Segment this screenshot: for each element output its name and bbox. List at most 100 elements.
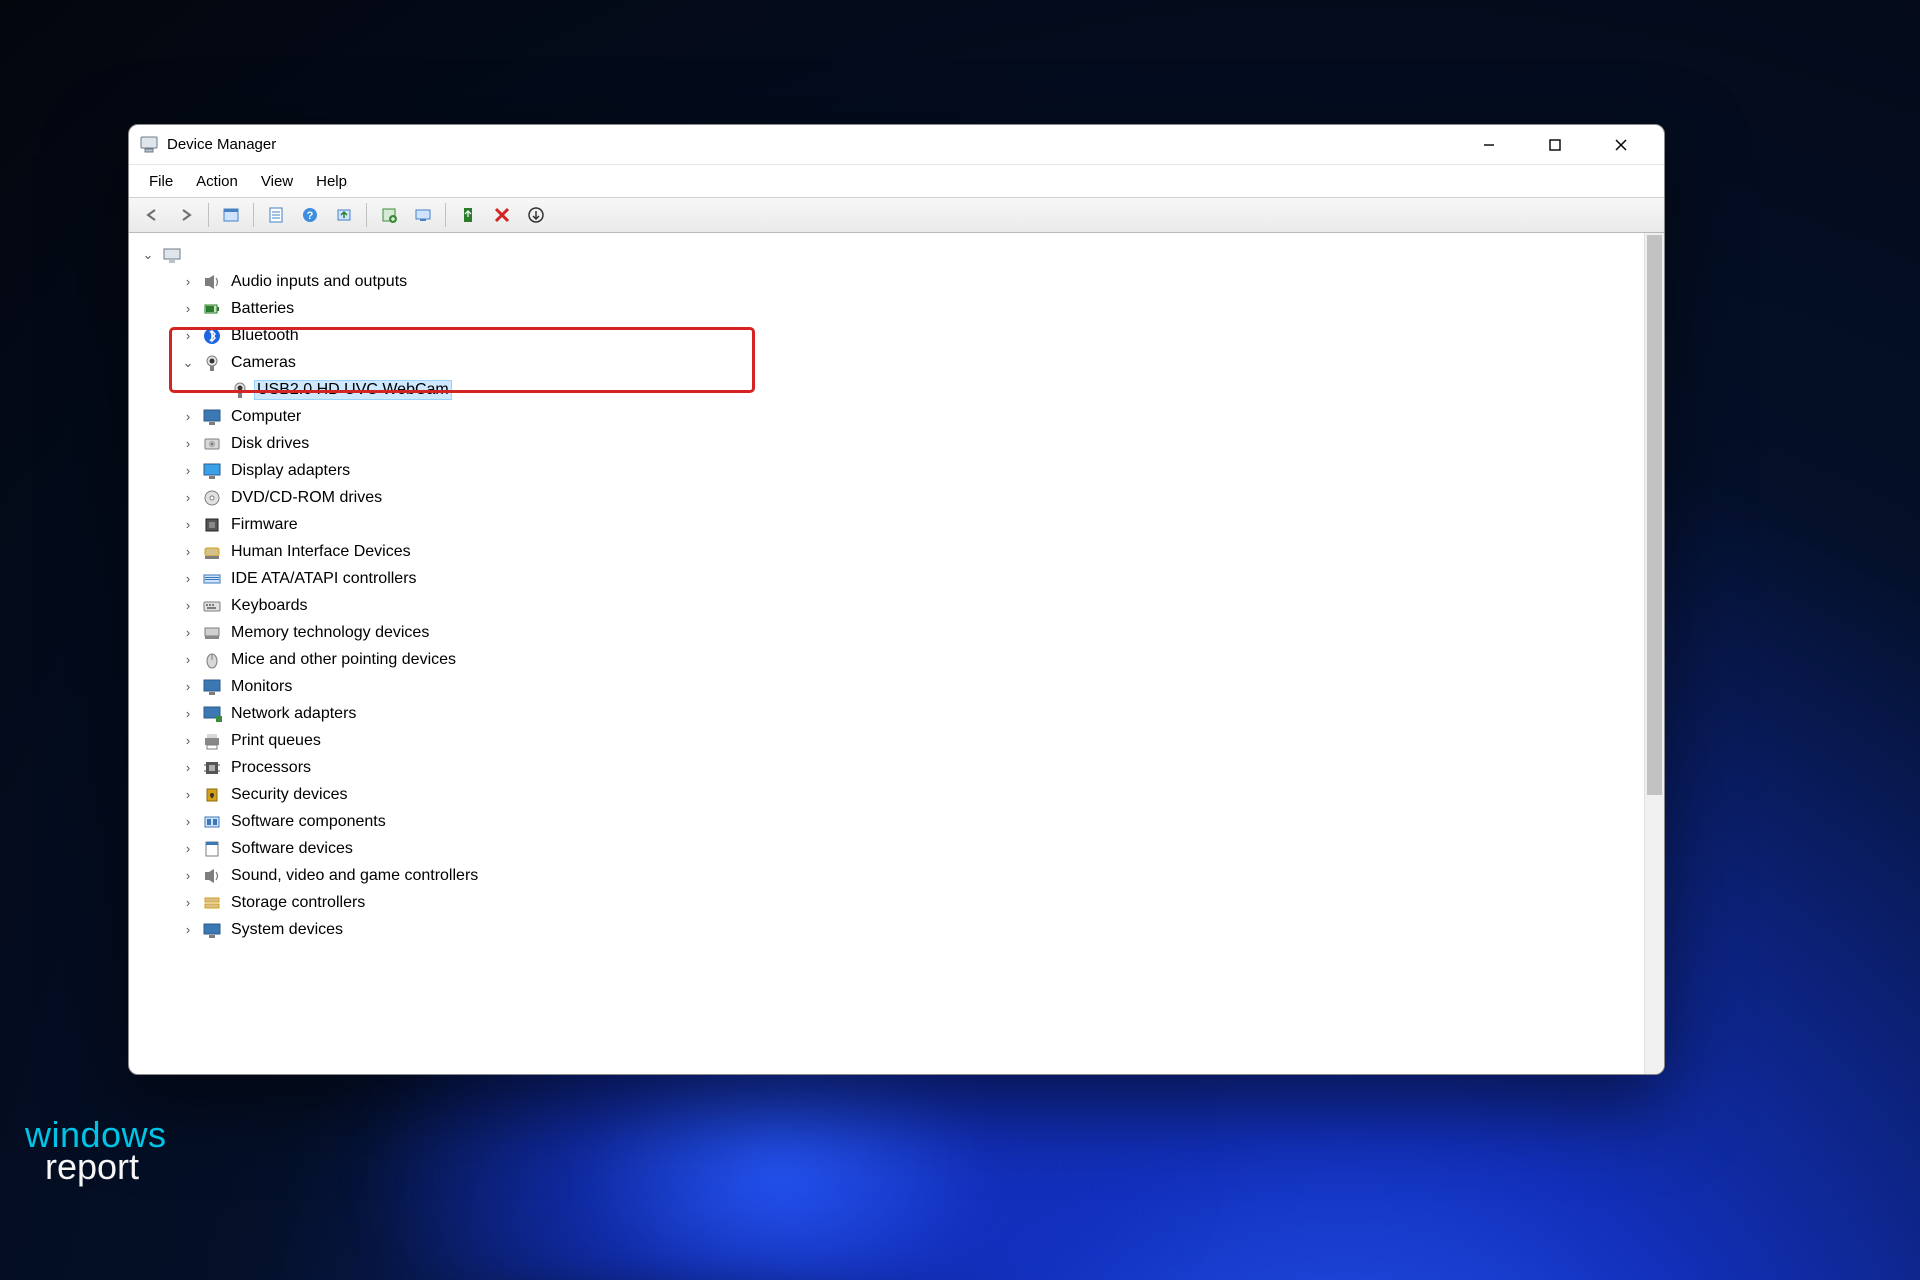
category-label: Display adapters (229, 462, 352, 480)
menu-file[interactable]: File (139, 169, 183, 194)
category-label: Cameras (229, 354, 298, 372)
category-label: Audio inputs and outputs (229, 273, 409, 291)
security-icon (201, 784, 223, 806)
tree-root[interactable]: ⌄ (139, 241, 1640, 268)
sound-icon (201, 865, 223, 887)
category-label: Memory technology devices (229, 624, 431, 642)
category-label: Monitors (229, 678, 294, 696)
titlebar[interactable]: Device Manager (129, 125, 1664, 165)
tree-category[interactable]: ⌄ Cameras (139, 349, 1640, 376)
category-label: Computer (229, 408, 303, 426)
tree-category[interactable]: ›Firmware (139, 511, 1640, 538)
printer-icon (201, 730, 223, 752)
category-label: Processors (229, 759, 313, 777)
expand-icon[interactable]: › (179, 462, 197, 480)
expand-icon[interactable]: › (179, 300, 197, 318)
category-label: Bluetooth (229, 327, 301, 345)
tree-category[interactable]: ›DVD/CD-ROM drives (139, 484, 1640, 511)
tree-category[interactable]: ›Software components (139, 808, 1640, 835)
expand-icon[interactable]: › (179, 867, 197, 885)
toolbar-update-driver-button[interactable] (329, 201, 359, 229)
minimize-button[interactable] (1456, 125, 1522, 165)
toolbar-properties-button[interactable] (261, 201, 291, 229)
keyboard-icon (201, 595, 223, 617)
expand-icon[interactable]: › (179, 759, 197, 777)
scrollbar-thumb[interactable] (1647, 235, 1662, 795)
expand-icon[interactable]: › (179, 786, 197, 804)
tree-category[interactable]: › Network adapters (139, 700, 1640, 727)
toolbar-enable-button[interactable] (453, 201, 483, 229)
toolbar-remove-button[interactable] (521, 201, 551, 229)
expand-icon[interactable]: › (179, 651, 197, 669)
expand-icon[interactable]: › (179, 813, 197, 831)
tree-category[interactable]: ›Human Interface Devices (139, 538, 1640, 565)
expand-icon[interactable]: › (179, 516, 197, 534)
category-label: IDE ATA/ATAPI controllers (229, 570, 419, 588)
expand-icon[interactable]: › (179, 543, 197, 561)
collapse-icon[interactable]: ⌄ (139, 246, 157, 264)
tree-category[interactable]: › Memory technology devices (139, 619, 1640, 646)
toolbar: ? (129, 197, 1664, 233)
tree-category[interactable]: › IDE ATA/ATAPI controllers (139, 565, 1640, 592)
toolbar-separator (366, 203, 367, 227)
optical-icon (201, 487, 223, 509)
expand-icon[interactable]: › (179, 705, 197, 723)
device-tree[interactable]: ⌄›Audio inputs and outputs›Batteries›Blu… (129, 233, 1644, 1074)
category-label: Print queues (229, 732, 323, 750)
toolbar-uninstall-button[interactable] (374, 201, 404, 229)
expand-icon[interactable]: › (179, 273, 197, 291)
toolbar-help-button[interactable]: ? (295, 201, 325, 229)
tree-category[interactable]: ›Keyboards (139, 592, 1640, 619)
expand-icon[interactable]: › (179, 894, 197, 912)
tree-category[interactable]: › Bluetooth (139, 322, 1640, 349)
maximize-button[interactable] (1522, 125, 1588, 165)
tree-device[interactable]: USB2.0 HD UVC WebCam (139, 376, 1640, 403)
menu-help[interactable]: Help (306, 169, 357, 194)
tree-category[interactable]: ›Security devices (139, 781, 1640, 808)
vertical-scrollbar[interactable] (1644, 233, 1664, 1074)
expand-icon[interactable]: › (179, 408, 197, 426)
toolbar-show-hidden-button[interactable] (216, 201, 246, 229)
tree-category[interactable]: › Mice and other pointing devices (139, 646, 1640, 673)
tree-category[interactable]: › System devices (139, 916, 1640, 943)
tree-category[interactable]: › Monitors (139, 673, 1640, 700)
storage-icon (201, 892, 223, 914)
disk-icon (201, 433, 223, 455)
category-label: Mice and other pointing devices (229, 651, 458, 669)
component-icon (201, 811, 223, 833)
category-label: Storage controllers (229, 894, 367, 912)
tree-category[interactable]: ›Sound, video and game controllers (139, 862, 1640, 889)
expand-icon[interactable]: › (179, 597, 197, 615)
tree-category[interactable]: › Display adapters (139, 457, 1640, 484)
expand-icon[interactable]: › (179, 624, 197, 642)
menu-view[interactable]: View (251, 169, 303, 194)
tree-category[interactable]: › Processors (139, 754, 1640, 781)
collapse-icon[interactable]: ⌄ (179, 354, 197, 372)
expand-icon[interactable]: › (179, 840, 197, 858)
expand-icon[interactable]: › (179, 489, 197, 507)
tree-category[interactable]: › Storage controllers (139, 889, 1640, 916)
tree-category[interactable]: › Computer (139, 403, 1640, 430)
expand-icon[interactable]: › (179, 732, 197, 750)
camera-icon (201, 352, 223, 374)
expand-icon[interactable]: › (179, 921, 197, 939)
tree-category[interactable]: ›Batteries (139, 295, 1640, 322)
expand-icon[interactable]: › (179, 435, 197, 453)
toolbar-forward-button[interactable] (171, 201, 201, 229)
toolbar-back-button[interactable] (137, 201, 167, 229)
category-label: Network adapters (229, 705, 358, 723)
expand-icon[interactable]: › (179, 327, 197, 345)
toolbar-disable-button[interactable] (487, 201, 517, 229)
menubar: File Action View Help (129, 165, 1664, 197)
tree-category[interactable]: › Audio inputs and outputs (139, 268, 1640, 295)
tree-category[interactable]: › Print queues (139, 727, 1640, 754)
tree-category[interactable]: ›Software devices (139, 835, 1640, 862)
tree-category[interactable]: ›Disk drives (139, 430, 1640, 457)
category-label: System devices (229, 921, 345, 939)
system-icon (201, 919, 223, 941)
expand-icon[interactable]: › (179, 570, 197, 588)
close-button[interactable] (1588, 125, 1654, 165)
menu-action[interactable]: Action (186, 169, 248, 194)
toolbar-scan-hardware-button[interactable] (408, 201, 438, 229)
expand-icon[interactable]: › (179, 678, 197, 696)
